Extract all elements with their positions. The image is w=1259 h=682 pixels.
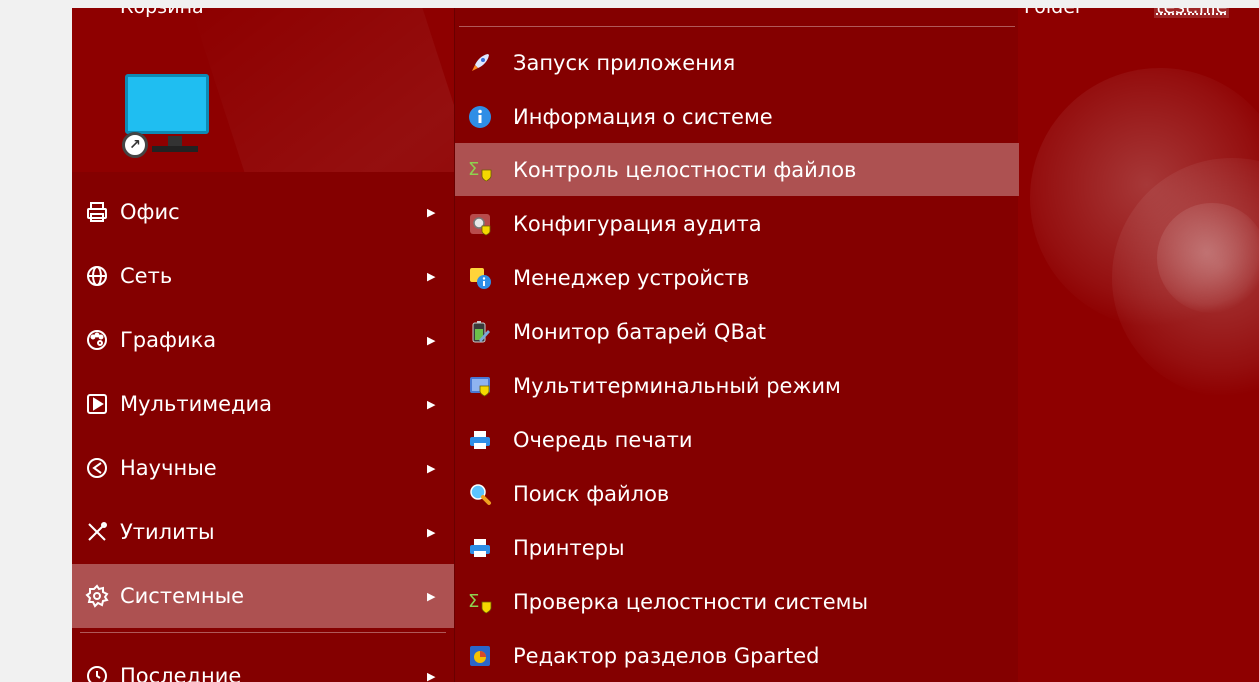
science-icon [84,455,110,481]
svg-text:Σ: Σ [468,159,479,180]
gear-icon [84,583,110,609]
submenu-item-multiterminal[interactable]: Мультитерминальный режим [455,359,1019,412]
printer-icon [467,427,493,453]
desktop-folder-label[interactable]: Folder [1024,8,1083,18]
menu-item-label: Научные [120,456,217,480]
submenu-item-label: Монитор батарей QBat [513,319,766,344]
desktop-file-label[interactable]: test.file [1154,8,1230,18]
info-icon [467,104,493,130]
submenu-item-label: Поиск файлов [513,481,670,506]
globe-icon [84,263,110,289]
chevron-right-icon: ▶ [427,397,436,411]
submenu-item-label: Менеджер устройств [513,265,750,290]
tools-icon [84,519,110,545]
monitor-base [152,146,198,152]
submenu-item-device-manager[interactable]: Менеджер устройств [455,251,1019,304]
submenu-item-gparted[interactable]: Редактор разделов Gparted [455,629,1019,682]
submenu-item-battery-monitor[interactable]: Монитор батарей QBat [455,305,1019,358]
chevron-right-icon: ▶ [427,205,436,219]
sigma-shield-icon: Σ [467,157,493,183]
submenu-item-label: Принтеры [513,535,625,560]
chevron-right-icon: ▶ [427,589,436,603]
menu-item-label: Мультимедиа [120,392,273,416]
submenu-item-audit-config[interactable]: Конфигурация аудита [455,197,1019,250]
system-submenu: Запуск приложения Информация о системе Σ… [454,8,1019,682]
menu-item-label: Утилиты [120,520,215,544]
submenu-item-label: Редактор разделов Gparted [513,643,820,668]
chevron-right-icon: ▶ [427,269,436,283]
gparted-icon [467,643,493,669]
menu-separator [80,632,446,633]
submenu-item-label: Конфигурация аудита [513,211,762,236]
submenu-item-label: Контроль целостности файлов [513,157,857,182]
audit-gear-icon [467,211,493,237]
menu-item-graphics[interactable]: Графика ▶ [72,308,454,372]
play-icon [84,391,110,417]
device-manager-icon [467,265,493,291]
printer-icon [467,535,493,561]
submenu-item-printers[interactable]: Принтеры [455,521,1019,574]
shortcut-arrow-icon: ↗ [122,132,148,158]
menu-item-label: Сеть [120,264,173,288]
submenu-item-file-search[interactable]: Поиск файлов [455,467,1019,520]
menu-item-office[interactable]: Офис ▶ [72,180,454,244]
history-icon [84,663,110,682]
menu-item-system[interactable]: Системные ▶ [72,564,454,628]
monitor-stand [168,136,182,146]
main-menu: Офис ▶ Сеть ▶ Графика ▶ Мультимедиа ▶ На… [72,172,454,682]
submenu-item-label: Очередь печати [513,427,693,452]
chevron-right-icon: ▶ [427,461,436,475]
wallpaper-bubble [1157,203,1259,313]
submenu-item-label: Информация о системе [513,104,773,129]
chevron-right-icon: ▶ [427,525,436,539]
rocket-icon [467,50,493,76]
submenu-item-label: Запуск приложения [513,50,736,75]
menu-item-multimedia[interactable]: Мультимедиа ▶ [72,372,454,436]
battery-icon [467,319,493,345]
submenu-item-run-application[interactable]: Запуск приложения [455,36,1019,89]
menu-item-label: Системные [120,584,245,608]
submenu-item-file-integrity[interactable]: Σ Контроль целостности файлов [455,143,1019,196]
menu-item-utilities[interactable]: Утилиты ▶ [72,500,454,564]
menu-item-recent[interactable]: Последние ▶ [72,644,454,682]
submenu-item-system-info[interactable]: Информация о системе [455,90,1019,143]
chevron-right-icon: ▶ [427,669,436,682]
palette-icon [84,327,110,353]
submenu-item-print-queue[interactable]: Очередь печати [455,413,1019,466]
submenu-item-label: Мультитерминальный режим [513,373,841,398]
submenu-item-label: Проверка целостности системы [513,589,869,614]
menu-item-label: Офис [120,200,180,224]
submenu-separator [459,26,1015,27]
menu-item-network[interactable]: Сеть ▶ [72,244,454,308]
chevron-right-icon: ▶ [427,333,436,347]
sigma-shield-icon: Σ [467,589,493,615]
computer-shortcut-icon[interactable]: ↗ [122,74,212,164]
svg-text:Σ: Σ [468,591,479,612]
magnifier-icon [467,481,493,507]
multiterminal-icon [467,373,493,399]
submenu-item-system-integrity[interactable]: Σ Проверка целостности системы [455,575,1019,628]
menu-item-label: Графика [120,328,217,352]
menu-item-science[interactable]: Научные ▶ [72,436,454,500]
monitor-screen [125,74,209,134]
desktop-trash-label[interactable]: Корзина [120,8,204,18]
menu-item-label: Последние [120,664,242,682]
printer-outline-icon [84,199,110,225]
